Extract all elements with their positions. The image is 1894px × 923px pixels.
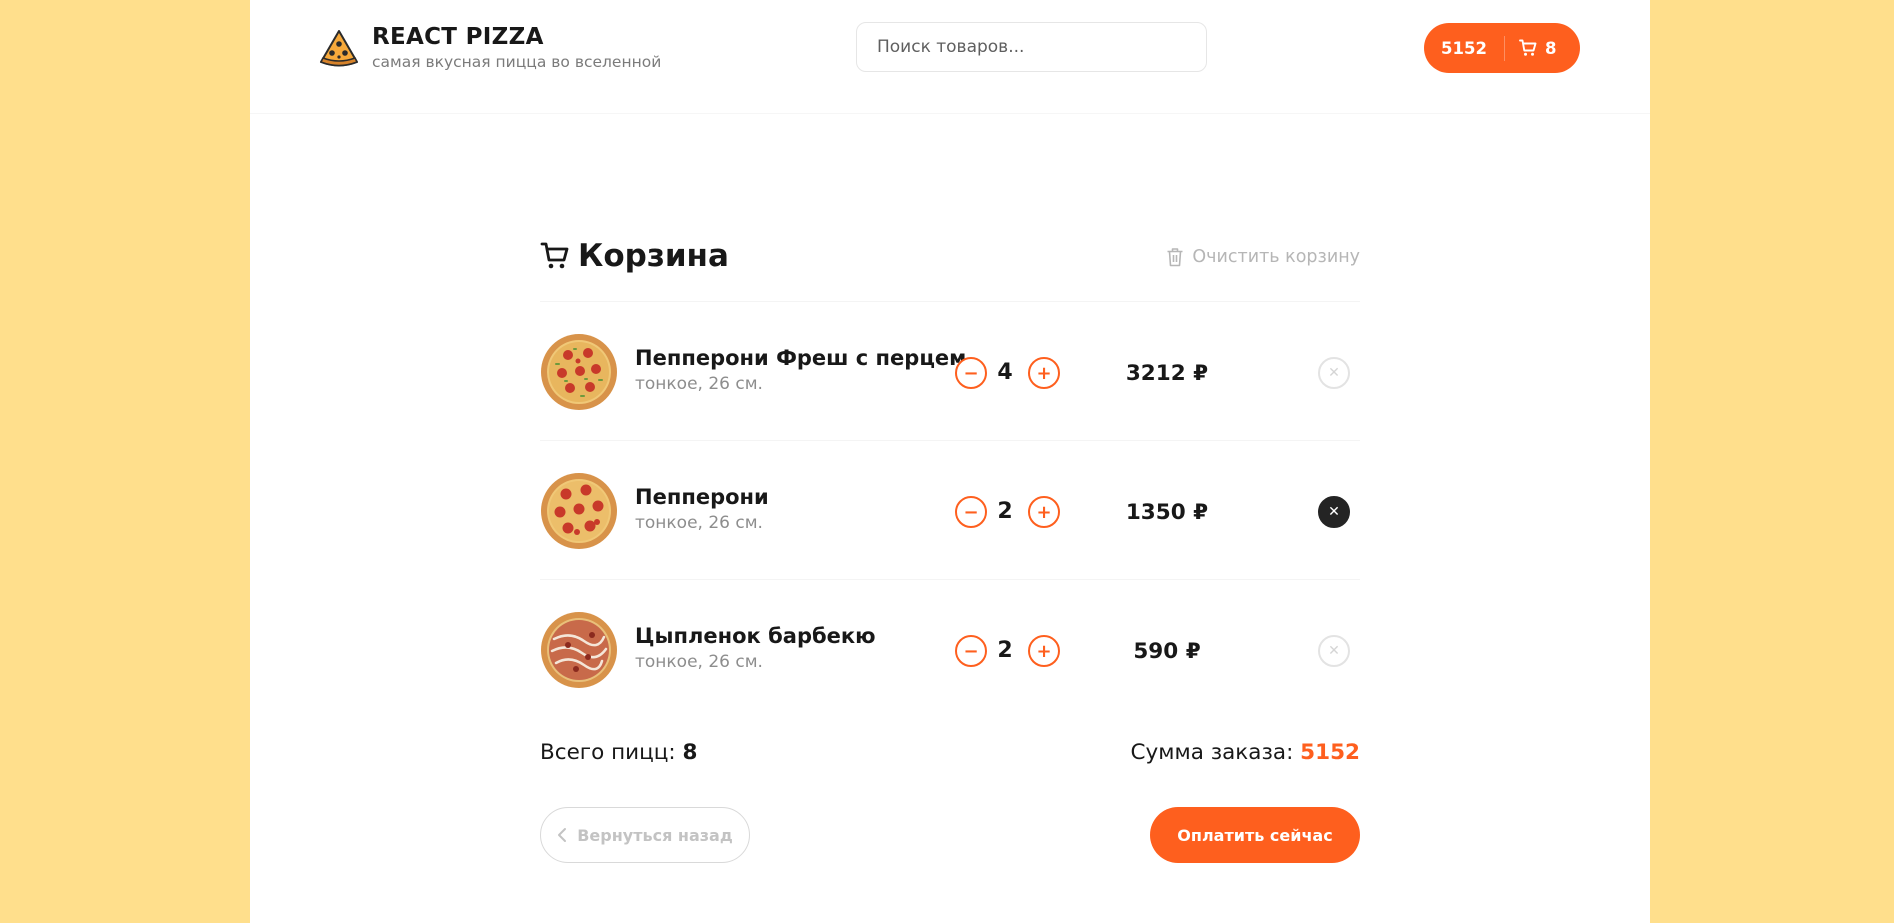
decrease-qty-button[interactable]: − bbox=[955, 635, 987, 667]
pizza-logo-icon bbox=[319, 29, 359, 66]
cart-item-desc: тонкое, 26 см. bbox=[635, 652, 763, 672]
header-cart-button[interactable]: 5152 8 bbox=[1424, 23, 1580, 73]
decrease-qty-button[interactable]: − bbox=[955, 357, 987, 389]
pizza-image bbox=[541, 612, 617, 688]
pizza-image bbox=[541, 473, 617, 549]
pizza-image bbox=[541, 334, 617, 410]
cart-item: Цыпленок барбекю тонкое, 26 см. − 2 + 59… bbox=[540, 580, 1360, 719]
cart-item-desc: тонкое, 26 см. bbox=[635, 513, 763, 533]
increase-qty-button[interactable]: + bbox=[1028, 357, 1060, 389]
cart-button-divider bbox=[1504, 35, 1505, 61]
trash-icon bbox=[1167, 248, 1183, 267]
cart-item-name: Пепперони Фреш с перцем bbox=[635, 346, 967, 370]
clear-cart-label: Очистить корзину bbox=[1192, 247, 1360, 267]
cart-item: Пепперони Фреш с перцем тонкое, 26 см. −… bbox=[540, 302, 1360, 441]
pay-now-label: Оплатить сейчас bbox=[1177, 825, 1333, 845]
remove-item-button[interactable]: ✕ bbox=[1318, 635, 1350, 667]
cart-item-qty: 2 bbox=[997, 638, 1013, 663]
total-sum-label: Сумма заказа: bbox=[1130, 740, 1301, 765]
remove-item-button[interactable]: ✕ bbox=[1318, 496, 1350, 528]
go-back-label: Вернуться назад bbox=[577, 825, 733, 845]
increase-qty-button[interactable]: + bbox=[1028, 496, 1060, 528]
go-back-button[interactable]: Вернуться назад bbox=[540, 807, 750, 863]
cart-title-text: Корзина bbox=[578, 238, 729, 274]
logo[interactable]: REACT PIZZA самая вкусная пицца во вселе… bbox=[318, 24, 661, 71]
cart-item-price: 590 ₽ bbox=[1133, 639, 1201, 664]
total-sum-value: 5152 bbox=[1300, 740, 1360, 765]
total-count: Всего пицц: 8 bbox=[540, 740, 697, 765]
pay-now-button[interactable]: Оплатить сейчас bbox=[1150, 807, 1360, 863]
header: REACT PIZZA самая вкусная пицца во вселе… bbox=[250, 0, 1650, 114]
cart-item-qty: 4 bbox=[997, 360, 1013, 385]
total-count-label: Всего пицц: bbox=[540, 740, 683, 765]
cart-header: Корзина Очистить корзину bbox=[540, 232, 1360, 302]
cart-item-price: 3212 ₽ bbox=[1125, 361, 1209, 386]
cart-item: Пепперони тонкое, 26 см. − 2 + 1350 ₽ ✕ bbox=[540, 441, 1360, 580]
cart-count: 8 bbox=[1545, 38, 1557, 58]
cart-count-group: 8 bbox=[1519, 39, 1556, 58]
decrease-qty-button[interactable]: − bbox=[955, 496, 987, 528]
app-subtitle: самая вкусная пицца во вселенной bbox=[372, 53, 662, 71]
cart-item-price: 1350 ₽ bbox=[1125, 500, 1209, 525]
remove-item-button[interactable]: ✕ bbox=[1318, 357, 1350, 389]
cart-item-name: Цыпленок барбекю bbox=[635, 624, 876, 648]
total-sum: Сумма заказа: 5152 bbox=[1131, 740, 1360, 765]
cart-icon bbox=[1519, 39, 1537, 56]
cart-title: Корзина bbox=[540, 238, 729, 274]
cart-totals: Всего пицц: 8 Сумма заказа: 5152 bbox=[540, 740, 1360, 770]
total-count-value: 8 bbox=[682, 740, 698, 765]
cart-item-qty: 2 bbox=[997, 499, 1013, 524]
chevron-left-icon bbox=[558, 828, 567, 842]
app-title: REACT PIZZA bbox=[372, 24, 544, 50]
search-box[interactable] bbox=[856, 22, 1207, 72]
page-wrapper: REACT PIZZA самая вкусная пицца во вселе… bbox=[250, 0, 1650, 923]
search-input[interactable] bbox=[877, 37, 1177, 57]
cart-total-price: 5152 bbox=[1441, 38, 1487, 58]
cart-item-desc: тонкое, 26 см. bbox=[635, 374, 763, 394]
clear-cart-button[interactable]: Очистить корзину bbox=[1166, 247, 1360, 267]
increase-qty-button[interactable]: + bbox=[1028, 635, 1060, 667]
cart-item-name: Пепперони bbox=[635, 485, 769, 509]
cart-icon bbox=[540, 242, 569, 269]
